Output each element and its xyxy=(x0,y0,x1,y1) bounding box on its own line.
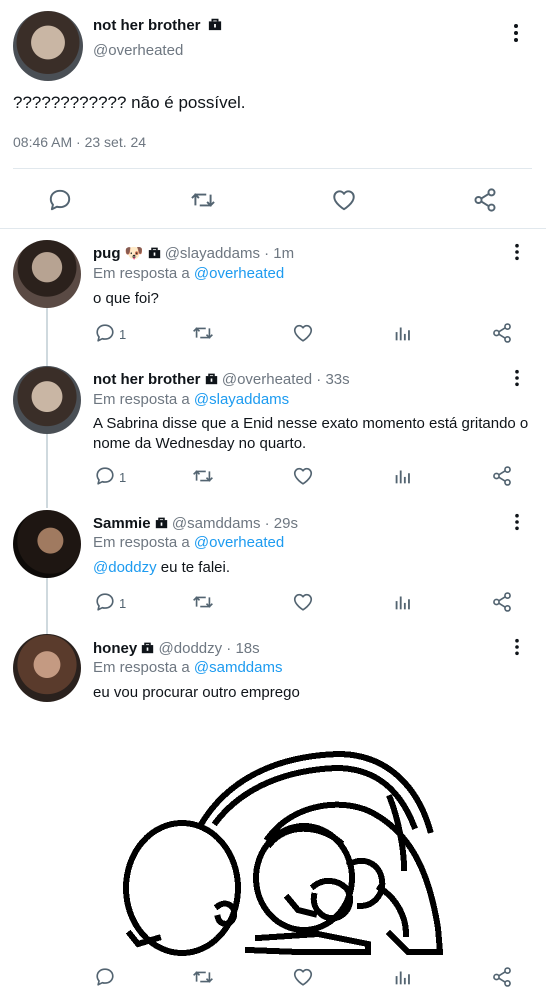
more-dots-icon[interactable] xyxy=(514,243,520,261)
heart-icon[interactable] xyxy=(292,322,314,344)
avatar[interactable] xyxy=(13,366,81,434)
more-dots-icon[interactable] xyxy=(514,369,520,387)
views-bar-icon[interactable] xyxy=(392,465,414,487)
tweet-text: eu vou procurar outro emprego xyxy=(93,684,300,701)
share-icon[interactable] xyxy=(491,966,513,988)
divider xyxy=(13,168,532,169)
display-name[interactable]: not her brother xyxy=(93,17,201,34)
display-name[interactable]: pug xyxy=(93,245,121,262)
avatar[interactable] xyxy=(13,11,83,81)
tweet-text-rest: eu te falei. xyxy=(156,559,230,576)
lock-icon xyxy=(141,641,154,654)
share-icon[interactable] xyxy=(472,187,498,213)
reply-bubble-icon[interactable] xyxy=(94,966,116,988)
thread-line xyxy=(46,578,48,634)
views-bar-icon[interactable] xyxy=(392,322,414,344)
retweet-icon[interactable] xyxy=(191,966,215,988)
retweet-icon[interactable] xyxy=(189,187,217,213)
heart-icon[interactable] xyxy=(292,966,314,988)
handle-time[interactable]: @samddams · 29s xyxy=(172,515,298,532)
retweet-icon[interactable] xyxy=(191,465,215,487)
retweet-icon[interactable] xyxy=(191,591,215,613)
avatar[interactable] xyxy=(13,240,81,308)
divider xyxy=(0,228,546,229)
retweet-icon[interactable] xyxy=(191,322,215,344)
avatar[interactable] xyxy=(13,510,81,578)
heart-icon[interactable] xyxy=(292,465,314,487)
reply-prefix: Em resposta a xyxy=(93,265,190,282)
lock-icon xyxy=(155,516,168,529)
reply-count: 1 xyxy=(119,596,127,611)
handle-time[interactable]: @overheated · 33s xyxy=(222,371,350,388)
reply-bubble-icon[interactable] xyxy=(94,591,116,613)
heart-icon[interactable] xyxy=(292,591,314,613)
mention-link[interactable]: @samddams xyxy=(194,659,283,676)
mention-link[interactable]: @slayaddams xyxy=(194,391,289,408)
display-name[interactable]: honey xyxy=(93,640,137,657)
thread-line xyxy=(46,308,48,366)
heart-icon[interactable] xyxy=(331,187,357,213)
views-bar-icon[interactable] xyxy=(392,966,414,988)
mention-link[interactable]: @doddzy xyxy=(93,559,157,576)
tweet-text: ???????????? não é possível. xyxy=(13,93,246,112)
attached-drawing-image[interactable] xyxy=(118,738,458,970)
views-bar-icon[interactable] xyxy=(392,591,414,613)
handle-time[interactable]: @slayaddams · 1m xyxy=(165,245,294,262)
reply-prefix: Em resposta a xyxy=(93,391,190,408)
reply-count: 1 xyxy=(119,470,127,485)
tweet-text-line: A Sabrina disse que a Enid nesse exato m… xyxy=(93,415,529,432)
mention-link[interactable]: @overheated xyxy=(194,534,284,551)
lock-icon xyxy=(148,246,161,259)
reply-bubble-icon[interactable] xyxy=(47,187,73,213)
more-dots-icon[interactable] xyxy=(514,638,520,656)
more-dots-icon[interactable] xyxy=(513,23,519,43)
handle-time[interactable]: @doddzy · 18s xyxy=(159,640,260,657)
tweet-text: @doddzy eu te falei. xyxy=(93,558,230,578)
share-icon[interactable] xyxy=(491,591,513,613)
avatar[interactable] xyxy=(13,634,81,702)
mention-link[interactable]: @overheated xyxy=(194,265,284,282)
reply-prefix: Em resposta a xyxy=(93,534,190,551)
reply-prefix: Em resposta a xyxy=(93,659,190,676)
reply-bubble-icon[interactable] xyxy=(94,465,116,487)
thread-line xyxy=(46,434,48,508)
tweet-timestamp[interactable]: 08:46 AM · 23 set. 24 xyxy=(13,133,146,151)
dog-emoji: 🐶 xyxy=(124,245,144,262)
share-icon[interactable] xyxy=(491,465,513,487)
tweet-text-line: nome da Wednesday no quarto. xyxy=(93,435,307,452)
display-name[interactable]: Sammie xyxy=(93,515,151,532)
lock-icon xyxy=(208,17,222,31)
lock-icon xyxy=(205,372,218,385)
more-dots-icon[interactable] xyxy=(514,513,520,531)
display-name[interactable]: not her brother xyxy=(93,371,201,388)
reply-bubble-icon[interactable] xyxy=(94,322,116,344)
handle[interactable]: @overheated xyxy=(93,41,183,61)
reply-count: 1 xyxy=(119,327,127,342)
tweet-text: o que foi? xyxy=(93,290,159,307)
share-icon[interactable] xyxy=(491,322,513,344)
tweet-text: A Sabrina disse que a Enid nesse exato m… xyxy=(93,414,528,454)
